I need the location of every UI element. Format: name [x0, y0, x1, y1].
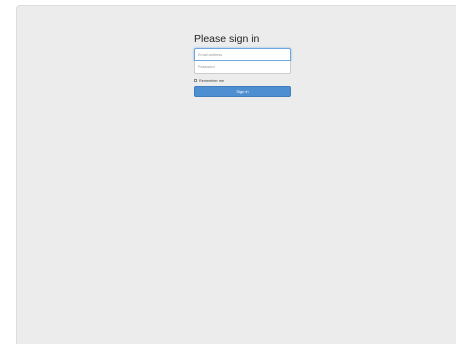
remember-me-row: Remember me: [194, 78, 291, 83]
browser-viewport: Please sign in Remember me Sign in: [16, 5, 456, 344]
password-field[interactable]: [194, 61, 291, 74]
remember-me-checkbox[interactable]: [194, 79, 197, 82]
remember-me-label: Remember me: [199, 78, 225, 83]
signin-form: Please sign in Remember me Sign in: [194, 33, 291, 97]
email-field[interactable]: [194, 48, 291, 61]
signin-heading: Please sign in: [194, 33, 260, 45]
sign-in-button[interactable]: Sign in: [194, 86, 291, 97]
